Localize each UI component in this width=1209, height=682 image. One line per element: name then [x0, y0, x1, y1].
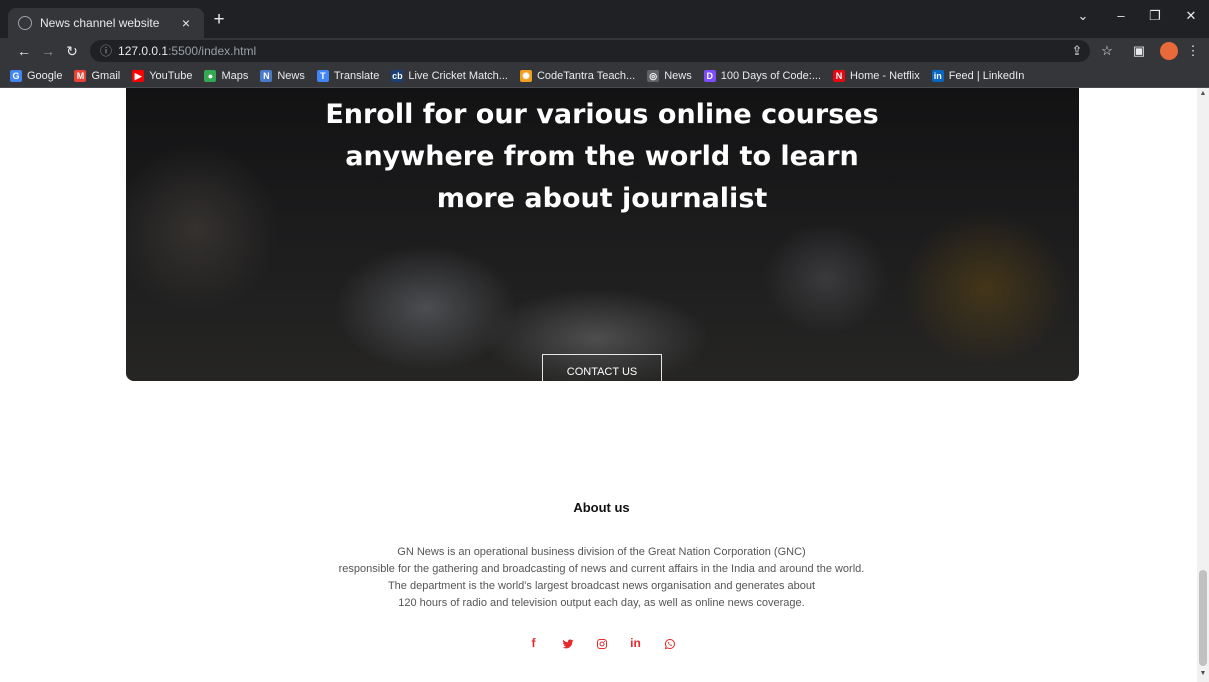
about-line: GN News is an operational business divis…: [397, 546, 806, 558]
bookmark-item[interactable]: ▶ YouTube: [132, 69, 193, 82]
address-bar[interactable]: ⓘ 127.0.0.1:5500/index.html: [90, 40, 1090, 62]
about-line: 120 hours of radio and television output…: [398, 597, 805, 609]
facebook-icon[interactable]: f: [517, 634, 551, 652]
bookmark-item[interactable]: ◎ News: [647, 69, 692, 82]
bookmark-label: Translate: [333, 69, 380, 82]
bookmark-favicon-icon: N: [260, 69, 273, 82]
new-tab-button[interactable]: +: [208, 9, 230, 31]
bookmark-favicon-icon: D: [703, 69, 716, 82]
bookmark-favicon-icon: T: [316, 69, 329, 82]
profile-avatar[interactable]: [1160, 42, 1178, 60]
tab-search-icon[interactable]: ⌄: [1070, 8, 1096, 24]
tab-title: News channel website: [40, 16, 160, 30]
bookmark-label: Google: [27, 69, 63, 82]
side-panel-icon[interactable]: ▣: [1130, 42, 1148, 60]
bookmark-favicon-icon: G: [10, 69, 22, 82]
bookmark-label: CodeTantra Teach...: [536, 69, 636, 82]
minimize-icon[interactable]: –: [1108, 8, 1134, 23]
vertical-scrollbar[interactable]: ▲ ▼: [1197, 88, 1209, 682]
twitter-icon[interactable]: [551, 634, 585, 652]
whatsapp-icon[interactable]: [653, 634, 687, 652]
hero-banner: Enroll for our various online courses an…: [126, 88, 1079, 381]
back-icon[interactable]: ←: [14, 41, 34, 61]
bookmark-label: News: [277, 69, 305, 82]
bookmark-label: 100 Days of Code:...: [720, 69, 822, 82]
forward-icon[interactable]: →: [38, 41, 58, 61]
restore-icon[interactable]: ❐: [1142, 8, 1168, 24]
bookmark-label: Maps: [221, 69, 249, 82]
bookmark-favicon-icon: M: [74, 69, 87, 82]
scrollbar-thumb[interactable]: [1199, 570, 1207, 666]
bookmark-item[interactable]: D 100 Days of Code:...: [703, 69, 822, 82]
page-viewport: Enroll for our various online courses an…: [0, 88, 1197, 682]
bookmark-label: News: [664, 69, 692, 82]
about-line: The department is the world's largest br…: [387, 580, 816, 592]
bookmark-item[interactable]: ● Maps: [204, 69, 249, 82]
close-window-icon[interactable]: ✕: [1178, 8, 1204, 24]
bookmark-favicon-icon: in: [931, 69, 944, 82]
url-path: :5500/index.html: [168, 44, 257, 58]
tab-close-icon[interactable]: ×: [178, 15, 194, 31]
bookmark-label: YouTube: [149, 69, 193, 82]
hero-title: Enroll for our various online courses an…: [325, 99, 879, 214]
bookmark-label: Live Cricket Match...: [408, 69, 508, 82]
bookmark-star-icon[interactable]: ☆: [1098, 42, 1116, 60]
bookmark-favicon-icon: ●: [204, 69, 217, 82]
reload-icon[interactable]: ↻: [62, 41, 82, 61]
about-title: About us: [573, 500, 630, 515]
instagram-icon[interactable]: [585, 634, 619, 652]
bookmark-label: Feed | LinkedIn: [948, 69, 1025, 82]
about-line: responsible for the gathering and broadc…: [338, 563, 865, 575]
bookmark-favicon-icon: ✺: [519, 69, 532, 82]
bookmark-item[interactable]: ✺ CodeTantra Teach...: [519, 69, 636, 82]
bookmark-item[interactable]: N Home - Netflix: [833, 69, 920, 82]
globe-icon: [18, 16, 32, 30]
bookmark-item[interactable]: G Google: [10, 69, 63, 82]
menu-icon[interactable]: ⋮: [1184, 42, 1202, 60]
share-icon[interactable]: ⇪: [1068, 42, 1086, 60]
browser-toolbar: ← → ↻ ⓘ 127.0.0.1:5500/index.html ⇪ ☆ ▣ ⋮: [0, 38, 1209, 64]
bookmark-label: Home - Netflix: [850, 69, 920, 82]
linkedin-icon[interactable]: in: [619, 634, 653, 652]
social-links: f in: [0, 634, 1197, 652]
bookmark-item[interactable]: M Gmail: [74, 69, 121, 82]
bookmark-item[interactable]: N News: [260, 69, 305, 82]
bookmark-item[interactable]: cb Live Cricket Match...: [391, 69, 508, 82]
about-text: GN News is an operational business divis…: [0, 544, 1197, 612]
scroll-up-icon[interactable]: ▲: [1197, 90, 1209, 100]
bookmarks-bar: G Google M Gmail ▶ YouTube ● Maps N News T Translat…: [0, 64, 1209, 88]
bookmark-favicon-icon: N: [833, 69, 846, 82]
contact-us-button[interactable]: CONTACT US: [542, 354, 662, 381]
bookmark-favicon-icon: cb: [391, 69, 404, 82]
url-host: 127.0.0.1: [118, 44, 169, 58]
browser-tab[interactable]: News channel website ×: [8, 8, 204, 38]
bookmark-item[interactable]: T Translate: [316, 69, 380, 82]
site-info-icon[interactable]: ⓘ: [100, 44, 112, 58]
scroll-down-icon[interactable]: ▼: [1197, 670, 1209, 680]
bookmark-favicon-icon: ◎: [647, 69, 660, 82]
bookmark-favicon-icon: ▶: [132, 69, 145, 82]
bookmark-item[interactable]: in Feed | LinkedIn: [931, 69, 1025, 82]
browser-tab-bar: News channel website × + ⌄ – ❐ ✕: [0, 0, 1209, 38]
bookmark-label: Gmail: [91, 69, 121, 82]
